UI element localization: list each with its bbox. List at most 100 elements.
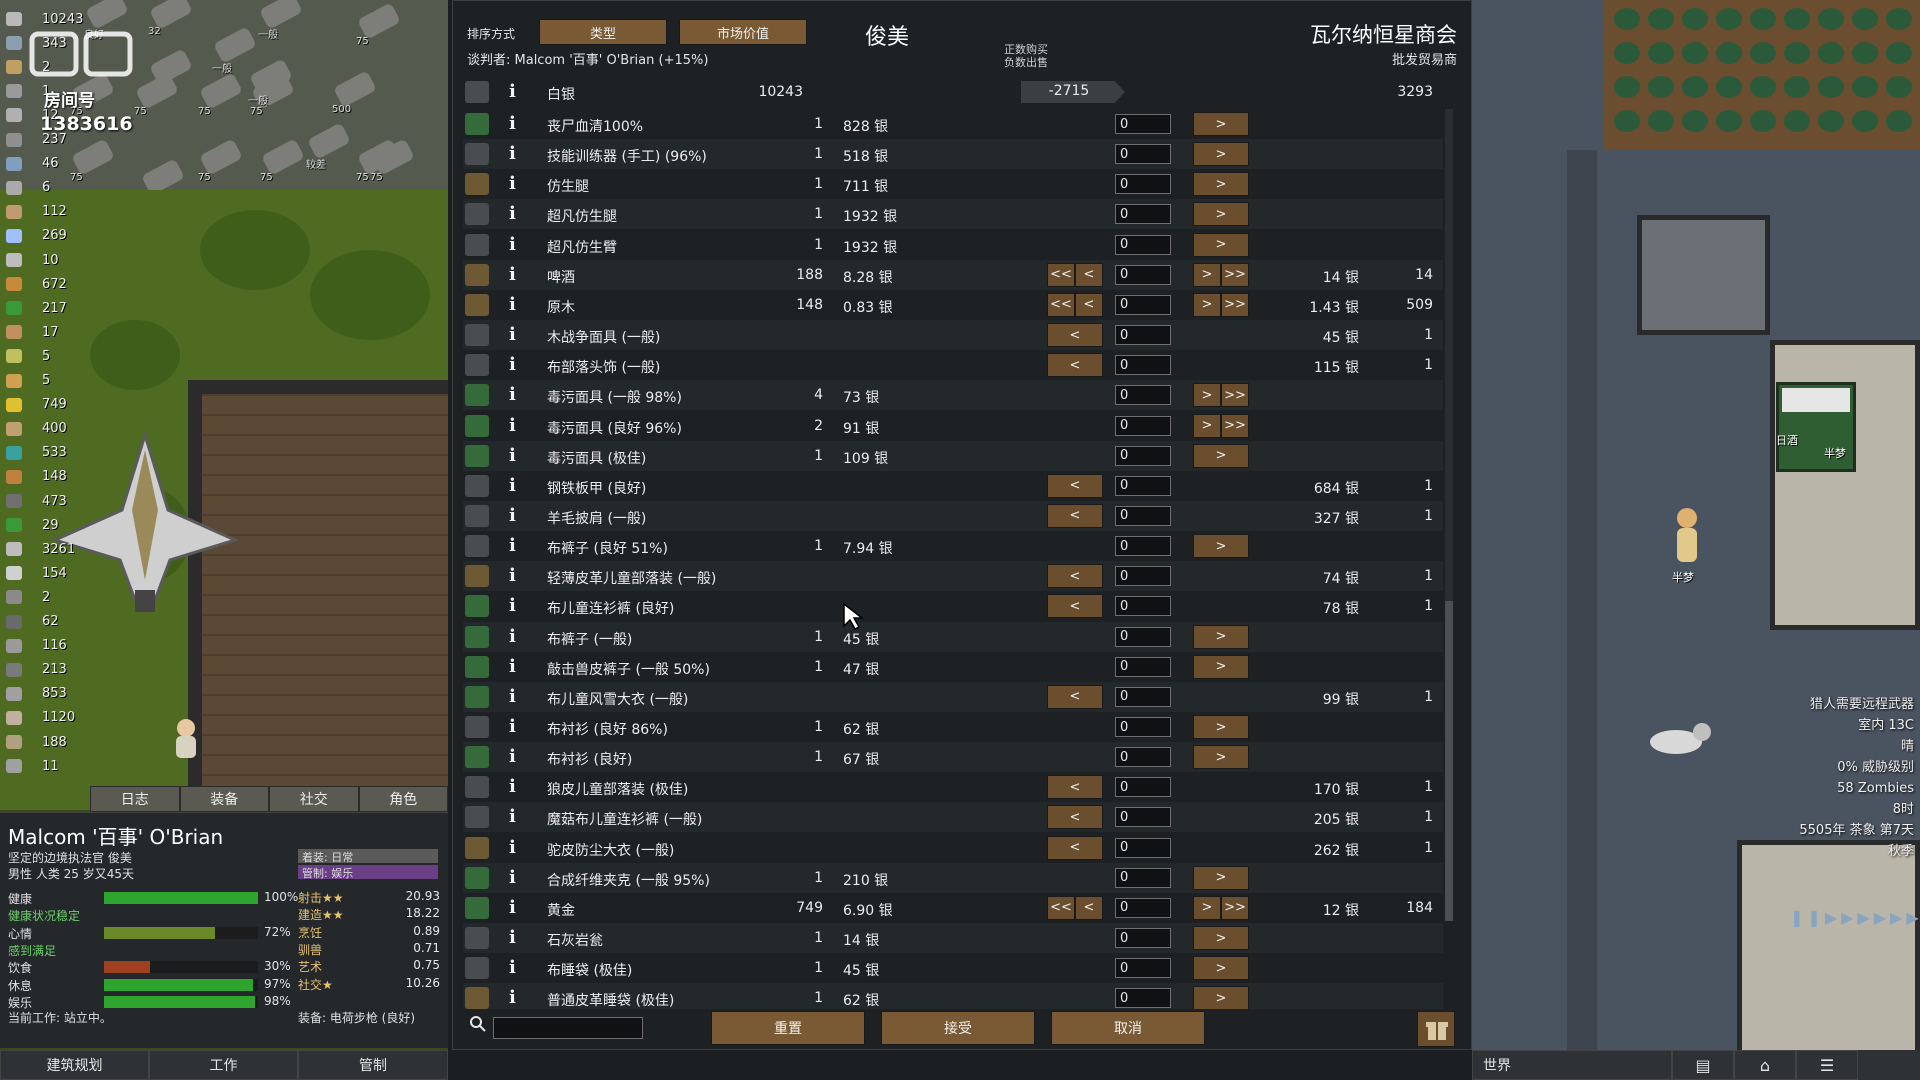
sell-one-button[interactable]: >: [1193, 413, 1221, 438]
crop-plant[interactable]: [1784, 110, 1810, 132]
info-icon[interactable]: i: [509, 867, 516, 888]
sell-one-button[interactable]: >: [1193, 986, 1249, 1009]
info-icon[interactable]: i: [509, 324, 516, 345]
research-icon[interactable]: ▤: [1672, 1050, 1734, 1080]
resource-item[interactable]: 11: [6, 755, 59, 777]
sell-one-button[interactable]: >: [1193, 624, 1249, 649]
resource-item[interactable]: 62: [6, 611, 59, 633]
crop-plant[interactable]: [1648, 8, 1674, 30]
resource-item[interactable]: 269: [6, 225, 67, 247]
crop-plant[interactable]: [1716, 42, 1742, 64]
trade-quantity-input[interactable]: [1115, 385, 1171, 406]
trade-quantity-input[interactable]: [1115, 897, 1171, 918]
buy-all-button[interactable]: <<: [1047, 292, 1075, 317]
trade-quantity-input[interactable]: [1115, 505, 1171, 526]
crop-plant[interactable]: [1818, 110, 1844, 132]
info-icon[interactable]: i: [509, 565, 516, 586]
crop-plant[interactable]: [1716, 8, 1742, 30]
crop-plant[interactable]: [1852, 110, 1878, 132]
stockpile-item[interactable]: [213, 26, 257, 64]
buy-all-button[interactable]: <<: [1047, 895, 1075, 920]
crop-plant[interactable]: [1852, 76, 1878, 98]
sell-one-button[interactable]: >: [1193, 443, 1249, 468]
trade-quantity-input[interactable]: [1115, 264, 1171, 285]
scrollbar-thumb[interactable]: [1445, 601, 1453, 921]
cancel-button[interactable]: 取消: [1051, 1011, 1205, 1045]
info-icon[interactable]: i: [509, 113, 516, 134]
menu-icon[interactable]: ☰: [1796, 1050, 1858, 1080]
resource-item[interactable]: 533: [6, 442, 67, 464]
resource-item[interactable]: 473: [6, 490, 67, 512]
crop-plant[interactable]: [1886, 8, 1912, 30]
pawn-name[interactable]: Malcom '百事' O'Brian: [8, 821, 223, 850]
crop-plant[interactable]: [1784, 76, 1810, 98]
stockpile-item[interactable]: [333, 70, 377, 108]
resource-item[interactable]: 5: [6, 345, 50, 367]
crop-field[interactable]: [1604, 0, 1920, 150]
info-icon[interactable]: i: [509, 957, 516, 978]
crop-plant[interactable]: [1818, 8, 1844, 30]
stockpile-item[interactable]: [199, 138, 243, 176]
trade-quantity-input[interactable]: [1115, 777, 1171, 798]
info-icon[interactable]: i: [509, 81, 516, 102]
resource-item[interactable]: 217: [6, 297, 67, 319]
sell-one-button[interactable]: >: [1193, 172, 1249, 197]
bathroom[interactable]: [1637, 215, 1770, 335]
info-icon[interactable]: i: [509, 384, 516, 405]
info-icon[interactable]: i: [509, 294, 516, 315]
sell-one-button[interactable]: >: [1193, 142, 1249, 167]
info-icon[interactable]: i: [509, 987, 516, 1008]
resource-item[interactable]: 400: [6, 418, 67, 440]
resource-item[interactable]: 853: [6, 683, 67, 705]
trade-quantity-input[interactable]: [1115, 807, 1171, 828]
trade-quantity-input[interactable]: [1115, 144, 1171, 165]
crop-plant[interactable]: [1818, 42, 1844, 64]
resource-item[interactable]: 112: [6, 201, 67, 223]
trade-quantity-input[interactable]: [1115, 717, 1171, 737]
stockpile-item[interactable]: [199, 72, 243, 110]
alert-line[interactable]: 0% 威胁级别: [1799, 757, 1914, 778]
husky-sprite[interactable]: [1640, 720, 1716, 760]
alert-line[interactable]: 猎人需要远程武器: [1799, 694, 1914, 715]
stockpile-item[interactable]: [357, 2, 401, 40]
trade-quantity-input[interactable]: [1115, 294, 1171, 315]
crop-plant[interactable]: [1614, 8, 1640, 30]
info-icon[interactable]: i: [509, 535, 516, 556]
resource-item[interactable]: 10: [6, 249, 59, 271]
main-tab-button[interactable]: 管制: [298, 1050, 448, 1080]
crop-plant[interactable]: [1750, 110, 1776, 132]
trade-quantity-input[interactable]: [1115, 867, 1171, 888]
resource-item[interactable]: 148: [6, 466, 67, 488]
sell-one-button[interactable]: >: [1193, 202, 1249, 227]
crop-plant[interactable]: [1818, 76, 1844, 98]
buy-one-button[interactable]: <: [1047, 503, 1103, 528]
info-icon[interactable]: i: [509, 445, 516, 466]
trade-quantity-input[interactable]: [1115, 536, 1171, 557]
crop-plant[interactable]: [1614, 76, 1640, 98]
info-icon[interactable]: i: [509, 595, 516, 616]
pawn-tab[interactable]: 社交: [269, 786, 359, 812]
trade-quantity-input[interactable]: [1115, 566, 1171, 587]
crop-plant[interactable]: [1682, 42, 1708, 64]
info-icon[interactable]: i: [509, 806, 516, 827]
sell-all-button[interactable]: >>: [1221, 895, 1249, 920]
sell-one-button[interactable]: >: [1193, 715, 1249, 739]
info-icon[interactable]: i: [509, 505, 516, 526]
crop-plant[interactable]: [1716, 76, 1742, 98]
resource-item[interactable]: 29: [6, 514, 59, 536]
kitchen[interactable]: [1737, 840, 1920, 1060]
buy-one-button[interactable]: <: [1047, 564, 1103, 589]
colonist-sprite-right[interactable]: [1672, 506, 1702, 566]
sell-all-button[interactable]: >>: [1221, 383, 1249, 408]
resource-item[interactable]: 213: [6, 659, 67, 681]
buy-one-button[interactable]: <: [1047, 353, 1103, 378]
trade-quantity-input[interactable]: [1115, 656, 1171, 677]
superfast-icon[interactable]: ▶▶▶: [1874, 908, 1920, 927]
sell-one-button[interactable]: >: [1193, 112, 1249, 136]
alert-line[interactable]: 58 Zombies: [1799, 778, 1914, 799]
crop-plant[interactable]: [1614, 42, 1640, 64]
trade-quantity-input[interactable]: [1115, 988, 1171, 1009]
trade-quantity-input[interactable]: [1115, 114, 1171, 134]
info-icon[interactable]: i: [509, 656, 516, 677]
info-icon[interactable]: i: [509, 626, 516, 647]
